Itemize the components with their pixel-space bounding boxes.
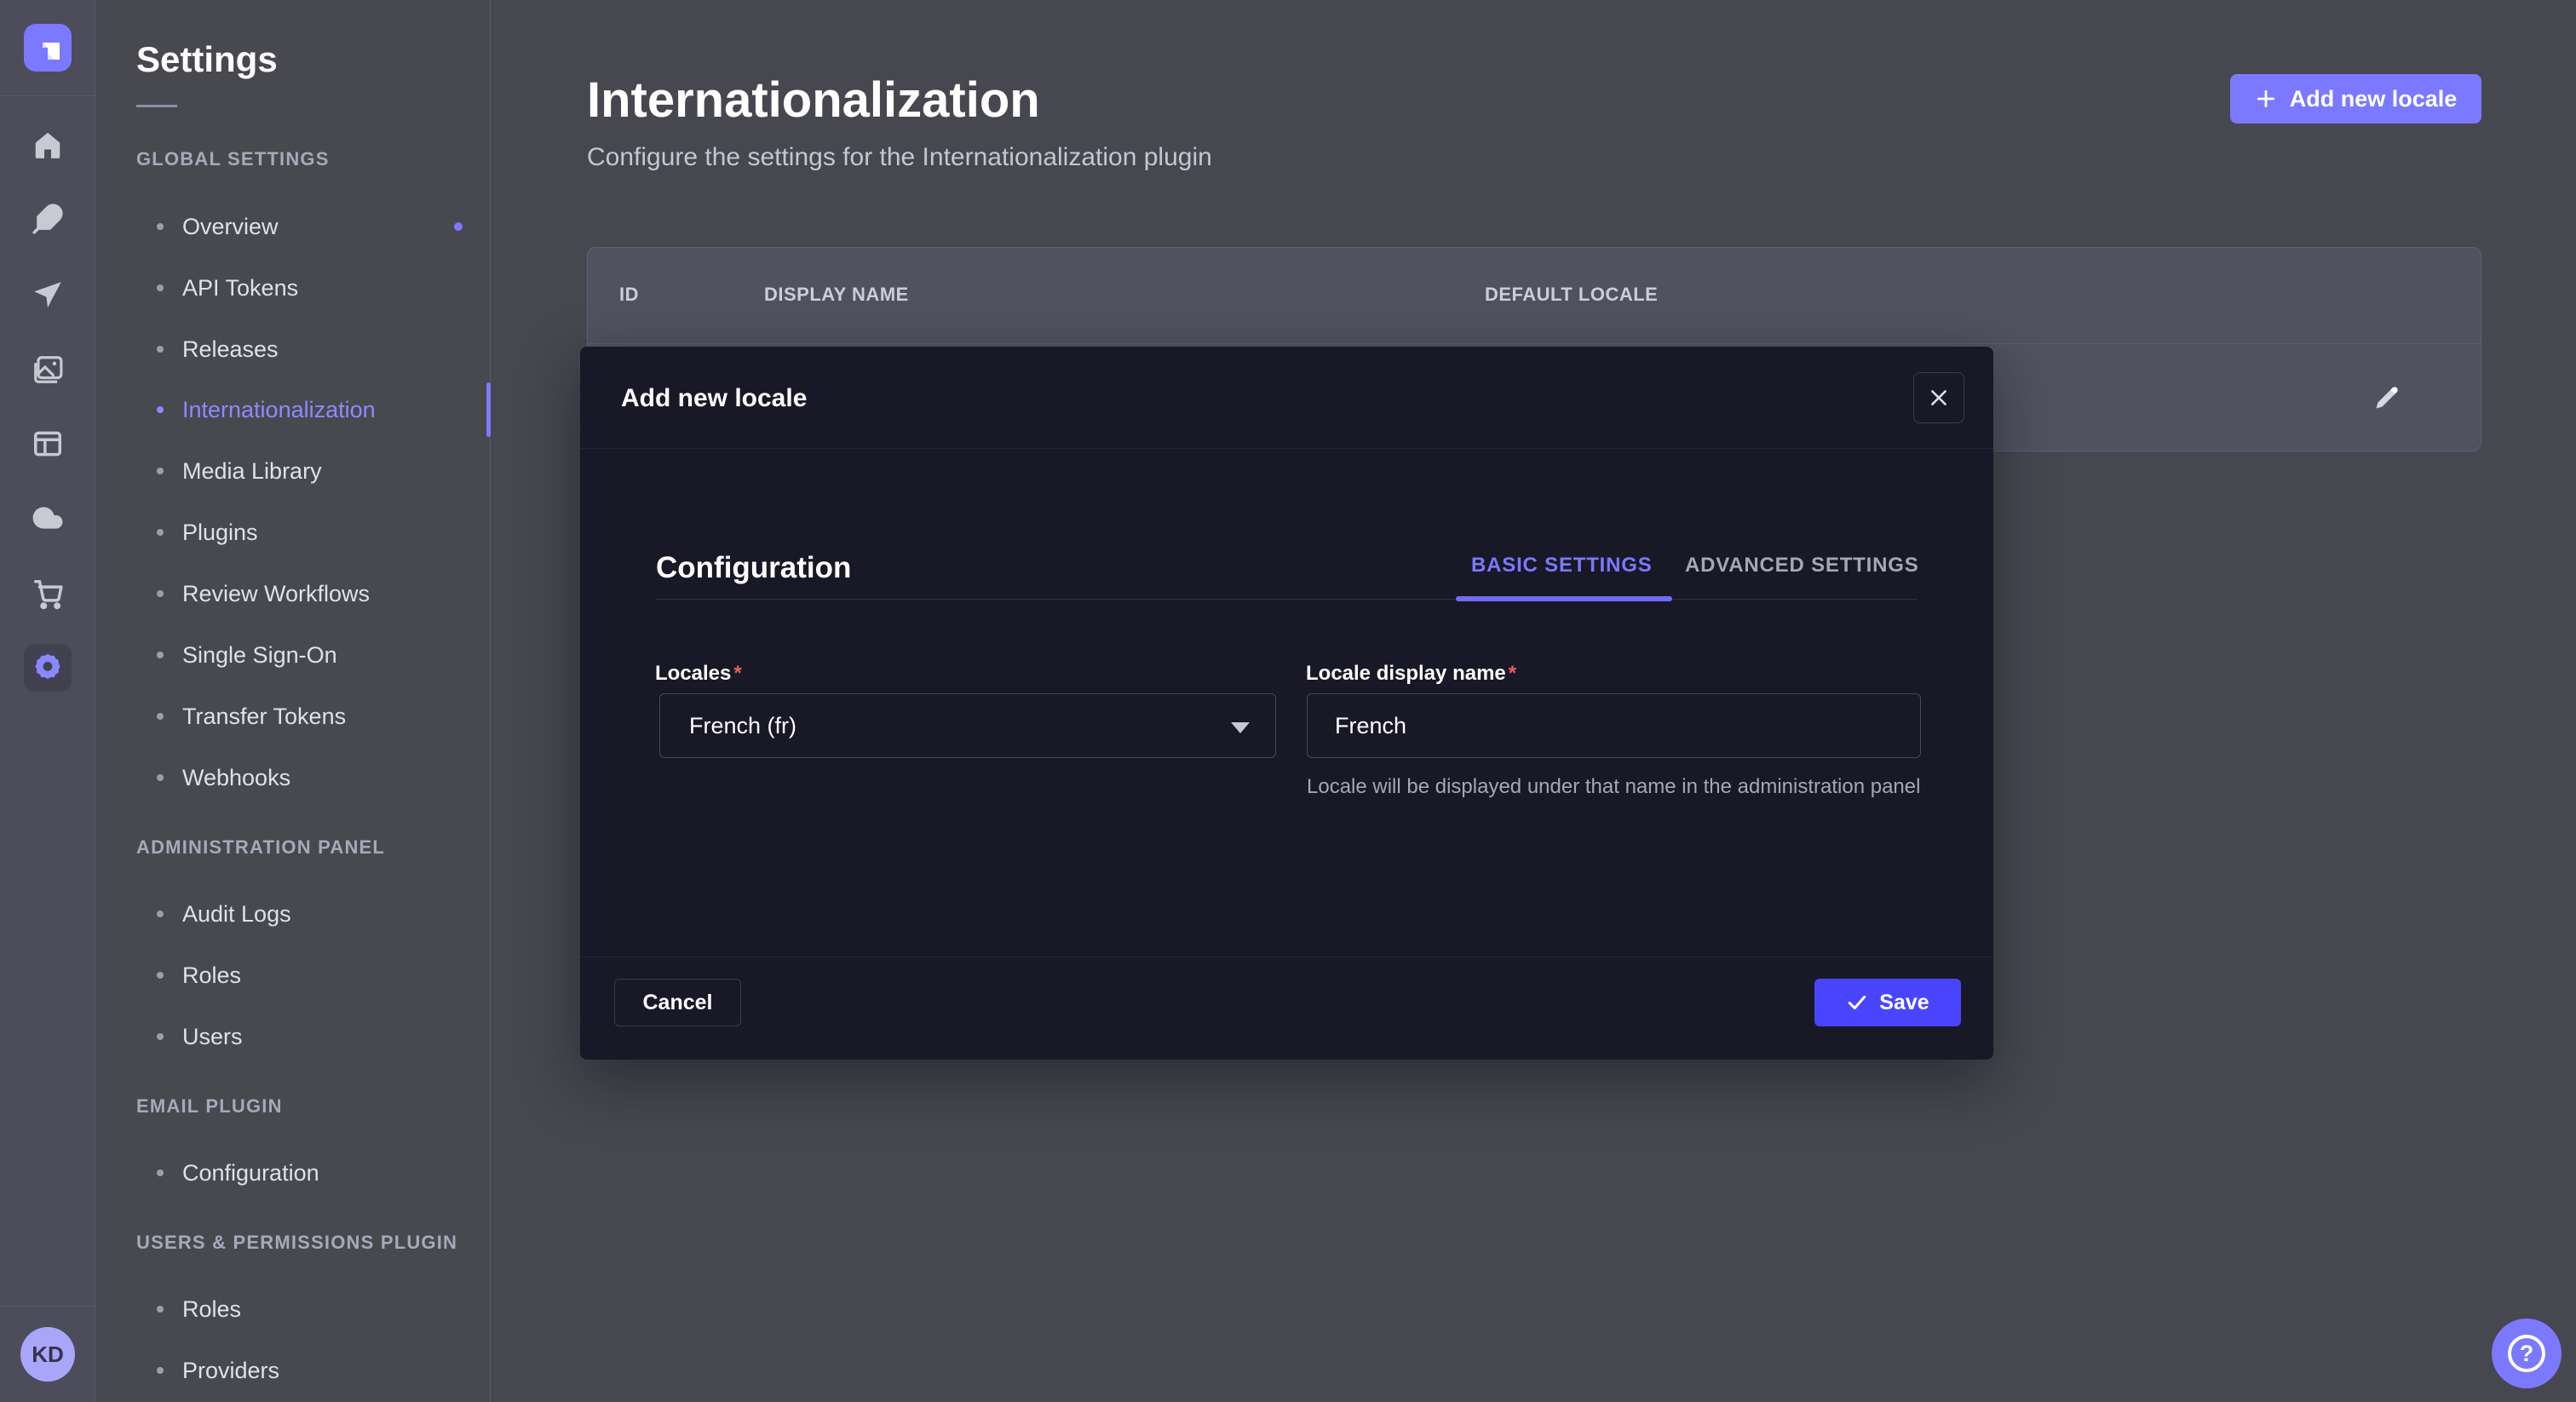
chevron-down-icon	[1231, 722, 1250, 733]
cancel-button[interactable]: Cancel	[614, 979, 741, 1026]
sidebar-item-plugins[interactable]: Plugins	[157, 515, 258, 549]
strapi-settings-page: KD Settings GLOBAL SETTINGS Overview API…	[0, 0, 2576, 1402]
deploy-paper-plane-icon[interactable]	[24, 272, 72, 319]
bullet-icon	[157, 1169, 164, 1176]
edit-locale-button[interactable]	[2372, 382, 2402, 413]
bullet-icon	[157, 223, 164, 230]
active-tab-underline	[1456, 596, 1672, 601]
sidebar-item-up-roles[interactable]: Roles	[157, 1292, 241, 1326]
sidebar-item-admin-users[interactable]: Users	[157, 1020, 243, 1054]
settings-gear-icon[interactable]	[24, 644, 72, 692]
locale-display-name-input[interactable]	[1307, 693, 1921, 758]
user-initials: KD	[32, 1342, 64, 1368]
sidebar-item-api-tokens[interactable]: API Tokens	[157, 271, 298, 305]
bullet-icon	[157, 284, 164, 291]
locales-field-label: Locales*	[655, 662, 742, 686]
column-header-display-name: DISPLAY NAME	[764, 284, 909, 306]
check-icon	[1846, 991, 1868, 1014]
sidebar-item-overview[interactable]: Overview	[157, 210, 279, 244]
content-manager-layout-icon[interactable]	[24, 420, 72, 468]
tabs-divider	[656, 599, 1918, 600]
question-mark-icon: ?	[2508, 1335, 2545, 1372]
bullet-icon	[157, 972, 164, 979]
display-name-field-label: Locale display name*	[1306, 662, 1516, 686]
marketplace-cart-icon[interactable]	[24, 570, 72, 618]
save-button[interactable]: Save	[1814, 979, 1961, 1026]
tab-advanced-settings[interactable]: ADVANCED SETTINGS	[1685, 554, 1919, 577]
required-mark: *	[733, 662, 741, 685]
content-builder-feather-icon[interactable]	[24, 195, 72, 243]
strapi-logo-icon	[36, 36, 60, 60]
table-header-divider	[588, 343, 2481, 344]
section-users-permissions-plugin: USERS & PERMISSIONS PLUGIN	[136, 1232, 457, 1257]
sidebar-item-admin-roles[interactable]: Roles	[157, 958, 241, 992]
save-button-label: Save	[1879, 991, 1929, 1015]
sidebar-item-email-configuration[interactable]: Configuration	[157, 1156, 319, 1190]
strapi-logo[interactable]	[24, 24, 72, 72]
bullet-icon	[157, 346, 164, 353]
plus-icon	[2255, 88, 2277, 110]
add-new-locale-label: Add new locale	[2290, 86, 2458, 112]
sidebar-item-releases[interactable]: Releases	[157, 332, 279, 366]
bullet-icon	[157, 406, 164, 413]
column-header-default-locale: DEFAULT LOCALE	[1485, 284, 1658, 306]
main-nav-rail: KD	[0, 0, 95, 1402]
overview-notification-dot	[454, 222, 463, 231]
media-library-icon[interactable]	[24, 346, 72, 394]
modal-close-button[interactable]	[1913, 372, 1964, 423]
sidebar-item-transfer-tokens[interactable]: Transfer Tokens	[157, 699, 346, 733]
user-avatar[interactable]: KD	[20, 1327, 75, 1382]
bullet-icon	[157, 529, 164, 536]
sidebar-item-review-workflows[interactable]: Review Workflows	[157, 577, 370, 611]
bullet-icon	[157, 911, 164, 917]
modal-footer: Cancel Save	[580, 957, 1993, 1060]
rail-divider	[0, 95, 95, 96]
modal-section-title: Configuration	[656, 551, 851, 585]
modal-title: Add new locale	[621, 384, 807, 413]
locales-select-value: French (fr)	[689, 713, 796, 739]
bullet-icon	[157, 1367, 164, 1374]
sidebar-item-internationalization[interactable]: Internationalization	[157, 393, 376, 427]
sidebar-item-single-sign-on[interactable]: Single Sign-On	[157, 638, 337, 672]
page-subtitle: Configure the settings for the Internati…	[587, 143, 1212, 172]
sidebar-title-divider	[136, 105, 177, 107]
display-name-hint: Locale will be displayed under that name…	[1307, 773, 1954, 801]
modal-header: Add new locale	[580, 347, 1993, 449]
cloud-icon[interactable]	[24, 494, 72, 542]
rail-bottom-divider	[0, 1306, 95, 1307]
bullet-icon	[157, 1033, 164, 1040]
settings-sidebar: Settings GLOBAL SETTINGS Overview API To…	[95, 0, 491, 1402]
sidebar-item-webhooks[interactable]: Webhooks	[157, 761, 290, 795]
help-button[interactable]: ?	[2492, 1319, 2562, 1388]
close-icon	[1928, 387, 1950, 409]
active-item-indicator	[486, 382, 491, 437]
page-title: Internationalization	[587, 72, 1040, 129]
section-email-plugin: EMAIL PLUGIN	[136, 1095, 283, 1121]
bullet-icon	[157, 652, 164, 658]
home-icon[interactable]	[24, 121, 72, 169]
add-new-locale-button[interactable]: Add new locale	[2230, 74, 2481, 124]
bullet-icon	[157, 1306, 164, 1313]
pencil-icon	[2374, 385, 2400, 411]
required-mark: *	[1509, 662, 1516, 685]
section-administration-panel: ADMINISTRATION PANEL	[136, 836, 385, 862]
add-new-locale-modal: Add new locale Configuration BASIC SETTI…	[580, 347, 1993, 1060]
section-global-settings: GLOBAL SETTINGS	[136, 148, 330, 174]
sidebar-title: Settings	[136, 39, 278, 80]
column-header-id: ID	[619, 284, 639, 306]
sidebar-item-media-library[interactable]: Media Library	[157, 454, 322, 488]
sidebar-item-up-providers[interactable]: Providers	[157, 1353, 279, 1388]
tab-basic-settings[interactable]: BASIC SETTINGS	[1471, 554, 1653, 577]
sidebar-item-audit-logs[interactable]: Audit Logs	[157, 897, 291, 931]
bullet-icon	[157, 468, 164, 474]
locales-select[interactable]: French (fr)	[659, 693, 1276, 758]
bullet-icon	[157, 713, 164, 720]
bullet-icon	[157, 774, 164, 781]
bullet-icon	[157, 590, 164, 597]
